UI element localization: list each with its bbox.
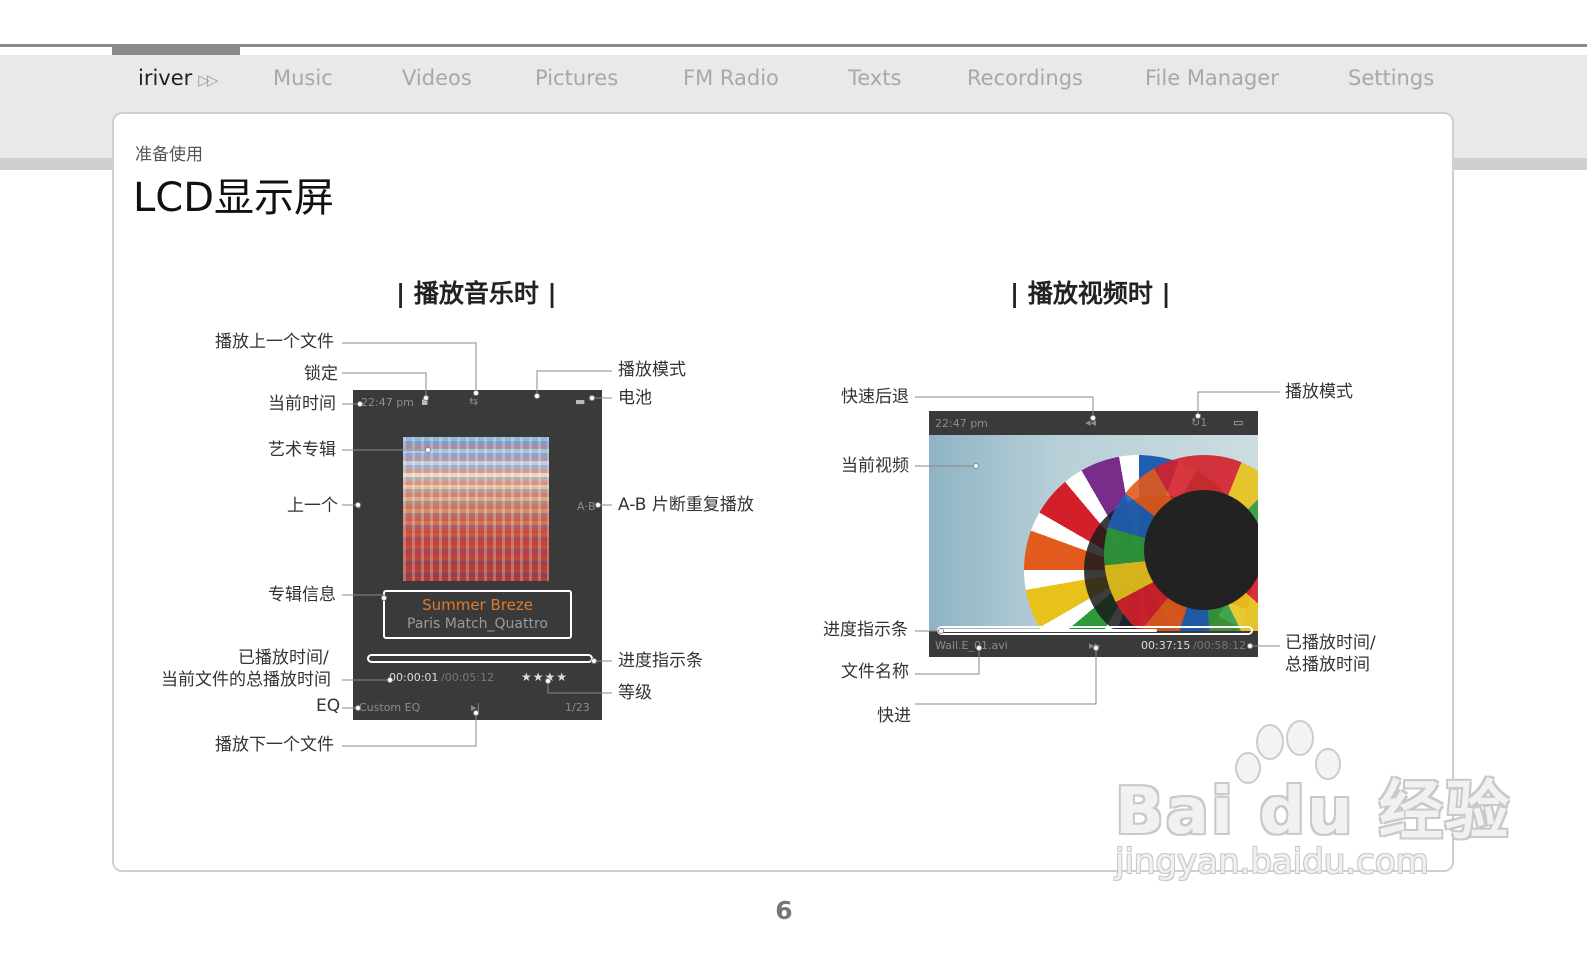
label-video-elapsed-line2: 总播放时间 bbox=[1285, 655, 1370, 675]
label-elapsed-line1: 已播放时间/ bbox=[238, 648, 329, 668]
label-play-mode: 播放模式 bbox=[618, 360, 686, 380]
label-battery: 电池 bbox=[618, 388, 652, 408]
label-rating: 等级 bbox=[618, 683, 652, 703]
label-current-video: 当前视频 bbox=[841, 456, 909, 476]
label-album-art: 艺术专辑 bbox=[268, 440, 336, 460]
watermark-text: Bai du 经验 bbox=[1115, 775, 1511, 849]
label-video-play-mode: 播放模式 bbox=[1285, 382, 1353, 402]
label-previous: 上一个 bbox=[287, 496, 338, 516]
label-filename: 文件名称 bbox=[841, 662, 909, 682]
label-album-info: 专辑信息 bbox=[268, 585, 336, 605]
label-prev-file: 播放上一个文件 bbox=[215, 332, 334, 352]
label-video-elapsed-line1: 已播放时间/ bbox=[1285, 633, 1376, 653]
watermark-url: jingyan.baidu.com bbox=[1115, 842, 1429, 882]
label-progress: 进度指示条 bbox=[618, 651, 703, 671]
page-number: 6 bbox=[775, 896, 793, 925]
label-elapsed-line2: 当前文件的总播放时间 bbox=[161, 670, 331, 690]
label-current-time: 当前时间 bbox=[268, 394, 336, 414]
label-next-file: 播放下一个文件 bbox=[215, 735, 334, 755]
label-lock: 锁定 bbox=[304, 364, 338, 384]
label-video-progress: 进度指示条 bbox=[823, 620, 908, 640]
label-ab-repeat: A-B 片断重复播放 bbox=[618, 495, 754, 515]
label-eq: EQ bbox=[316, 696, 341, 716]
label-rewind: 快速后退 bbox=[841, 387, 909, 407]
label-fast-forward: 快进 bbox=[877, 706, 911, 726]
